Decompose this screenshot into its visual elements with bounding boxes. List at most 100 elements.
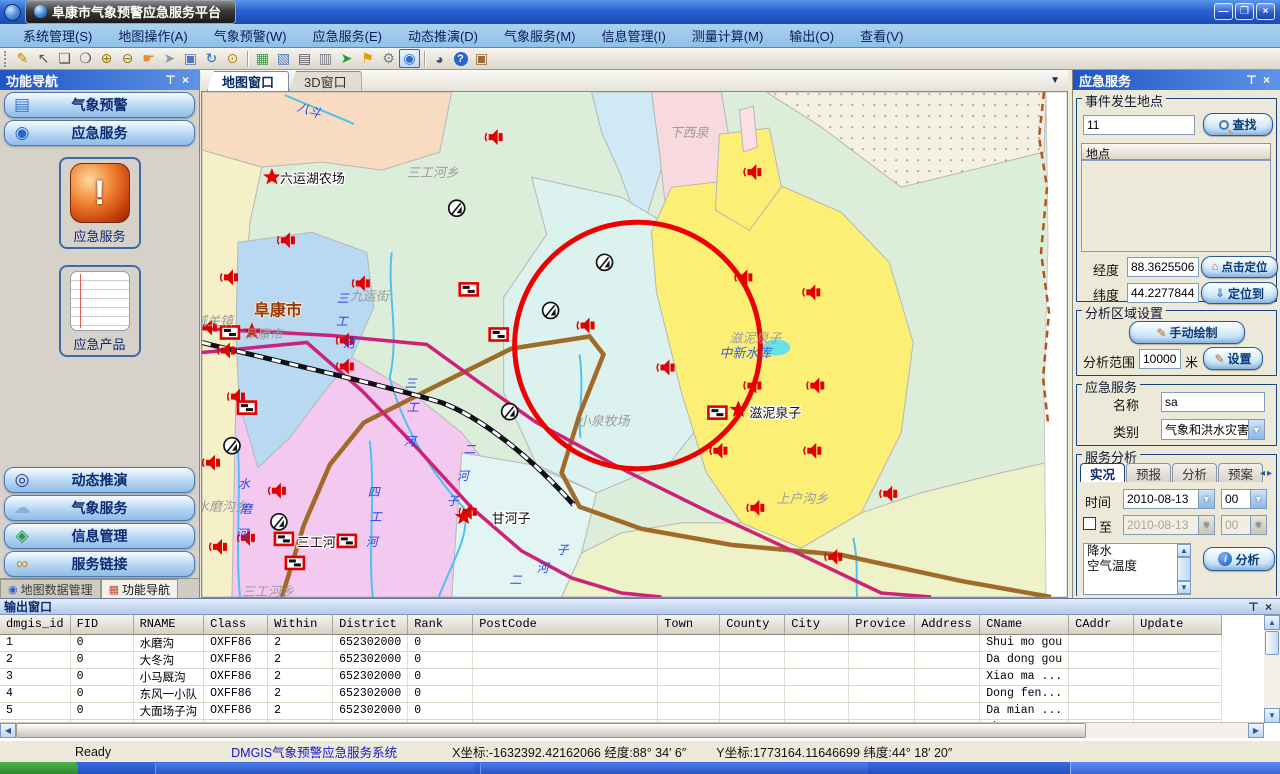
list-scrollbar[interactable]: ▲▼ (1177, 544, 1191, 594)
menu-item[interactable]: 地图操作(A) (105, 24, 200, 47)
table-row[interactable]: 20大冬沟OXFF8626523020000Da dong gou (0, 651, 1222, 668)
menu-item[interactable]: 气象服务(M) (491, 24, 589, 47)
map-canvas[interactable]: 六运湖农场三工河乡下西泉九运街城关镇阜康市阜康市滋泥泉子中新水库小泉牧场滋泥泉子… (201, 92, 1068, 598)
column-header[interactable]: FID (70, 615, 133, 634)
identify-icon[interactable]: ⊙ (222, 49, 243, 68)
column-header[interactable]: County (720, 615, 785, 634)
element-list[interactable]: 降水空气温度 (1083, 543, 1191, 595)
sidebar-item-应急服务[interactable]: ◉应急服务 (4, 120, 195, 146)
service-name-input[interactable] (1161, 392, 1265, 412)
column-header[interactable]: RNAME (133, 615, 204, 634)
list-item[interactable]: 空气温度 (1084, 559, 1190, 574)
to-checkbox[interactable] (1083, 517, 1096, 530)
column-header[interactable]: Provice (849, 615, 915, 634)
chevron-down-icon[interactable]: ▼ (1050, 75, 1060, 86)
pin-marker-icon[interactable]: ⚑ (357, 49, 378, 68)
menu-item[interactable]: 信息管理(I) (589, 24, 679, 47)
chevron-down-icon[interactable]: ▼ (1198, 490, 1214, 508)
tab-scroll-left-icon[interactable]: ◂ (1260, 468, 1265, 479)
sidebar-item-气象预警[interactable]: ▤气象预警 (4, 92, 195, 118)
taskbar[interactable] (0, 762, 1280, 774)
output-vscrollbar[interactable]: ▲ ▼ (1264, 615, 1280, 723)
menu-item[interactable]: 查看(V) (847, 24, 916, 47)
start-button[interactable] (0, 762, 78, 774)
menu-item[interactable]: 系统管理(S) (10, 24, 105, 47)
place-list[interactable] (1081, 160, 1271, 252)
longitude-input[interactable] (1127, 257, 1199, 277)
pin-icon[interactable]: ⊤ (163, 73, 178, 87)
settings-icon[interactable]: ⚙ (378, 49, 399, 68)
应急服务-button[interactable]: !应急服务 (59, 157, 141, 249)
column-header[interactable]: CName (980, 615, 1069, 634)
column-header[interactable]: City (785, 615, 849, 634)
scroll-left-icon[interactable]: ◀ (0, 723, 16, 738)
tab-预报[interactable]: 预报 (1126, 463, 1171, 482)
tab-地图窗口[interactable]: 地图窗口 (207, 71, 289, 91)
restore-button[interactable]: ❐ (1235, 3, 1254, 20)
pin-icon[interactable]: ⊤ (1246, 600, 1261, 614)
chevron-down-icon[interactable]: ▼ (1250, 490, 1266, 508)
sidebar-item-服务链接[interactable]: ∞服务链接 (4, 551, 195, 577)
tab-预案[interactable]: 预案 (1218, 463, 1263, 482)
globe-service-icon[interactable]: ◉ (399, 49, 420, 68)
snapshot-icon[interactable]: ▧ (273, 49, 294, 68)
scroll-right-icon[interactable]: ▶ (1248, 723, 1264, 738)
column-header[interactable]: District (333, 615, 408, 634)
table-row[interactable]: 40东风一小队OXFF8626523020000Dong fen... (0, 685, 1222, 702)
eye-icon[interactable]: ◕ (429, 49, 450, 68)
chevron-down-icon[interactable]: ▼ (1248, 420, 1264, 439)
search-button[interactable]: 查找 (1203, 113, 1273, 136)
zoom-out-icon[interactable]: ⊖ (117, 49, 138, 68)
print-icon[interactable]: ▤ (294, 49, 315, 68)
column-header[interactable]: Town (658, 615, 720, 634)
tab-实况[interactable]: 实况 (1080, 463, 1125, 482)
help-icon[interactable]: ? (450, 49, 471, 68)
taskbar-item[interactable] (480, 763, 868, 774)
select-lasso-icon[interactable]: ❍ (75, 49, 96, 68)
pin-icon[interactable]: ⊤ (1244, 73, 1259, 87)
menu-item[interactable]: 动态推演(D) (395, 24, 491, 47)
tab-分析[interactable]: 分析 (1172, 463, 1217, 482)
menu-item[interactable]: 输出(O) (776, 24, 847, 47)
scroll-down-icon[interactable]: ▼ (1177, 581, 1191, 594)
table-row[interactable]: 50大面场子沟OXFF8626523020000Da mian ... (0, 702, 1222, 719)
close-icon[interactable]: × (1261, 600, 1276, 614)
close-icon[interactable]: × (1259, 73, 1274, 87)
measure-icon[interactable]: ✎ (12, 49, 33, 68)
column-header[interactable]: PostCode (473, 615, 658, 634)
hour-select[interactable]: 00▼ (1221, 489, 1267, 509)
table-row[interactable]: 10水磨沟OXFF8626523020000Shui mo gou (0, 634, 1222, 651)
menu-item[interactable]: 应急服务(E) (300, 24, 395, 47)
click-locate-button[interactable]: ⌂点击定位 (1201, 256, 1278, 278)
sidebar-item-动态推演[interactable]: ◎动态推演 (4, 467, 195, 493)
layers-icon[interactable]: ▦ (252, 49, 273, 68)
print-preview-icon[interactable]: ▥ (315, 49, 336, 68)
应急产品-button[interactable]: 应急产品 (59, 265, 141, 357)
menu-item[interactable]: 气象预警(W) (201, 24, 300, 47)
vscroll-thumb[interactable] (1265, 631, 1279, 655)
hscroll-thumb[interactable] (16, 723, 1086, 738)
tab-3D窗口[interactable]: 3D窗口 (289, 71, 362, 91)
date-select[interactable]: 2010-08-13▼ (1123, 489, 1215, 509)
manual-draw-button[interactable]: ✎手动绘制 (1129, 321, 1245, 344)
column-header[interactable]: Update (1134, 615, 1222, 634)
select-arrow-icon[interactable]: ↖ (33, 49, 54, 68)
scroll-up-icon[interactable]: ▲ (1177, 544, 1191, 557)
refresh-icon[interactable]: ↻ (201, 49, 222, 68)
place-list-header[interactable]: 地点 (1081, 143, 1271, 160)
full-extent-icon[interactable]: ▣ (180, 49, 201, 68)
toolbar-grip[interactable] (4, 51, 8, 67)
output-table[interactable]: dmgis_idFIDRNAMEClassWithinDistrictRankP… (0, 615, 1222, 723)
column-header[interactable]: Class (204, 615, 268, 634)
select-rect-icon[interactable]: ❏ (54, 49, 75, 68)
range-input[interactable] (1139, 349, 1181, 369)
column-header[interactable]: dmgis_id (0, 615, 70, 634)
pointer-icon[interactable]: ➤ (159, 49, 180, 68)
pick-feature-icon[interactable]: ➤ (336, 49, 357, 68)
taskbar-item[interactable] (155, 763, 475, 774)
menu-item[interactable]: 测量计算(M) (679, 24, 777, 47)
goto-button[interactable]: ⇓定位到 (1201, 282, 1278, 304)
set-button[interactable]: ✎设置 (1203, 347, 1263, 370)
table-row[interactable]: 30小马厩沟OXFF8626523020000Xiao ma ... (0, 668, 1222, 685)
tab-scroll-right-icon[interactable]: ▸ (1267, 468, 1272, 479)
